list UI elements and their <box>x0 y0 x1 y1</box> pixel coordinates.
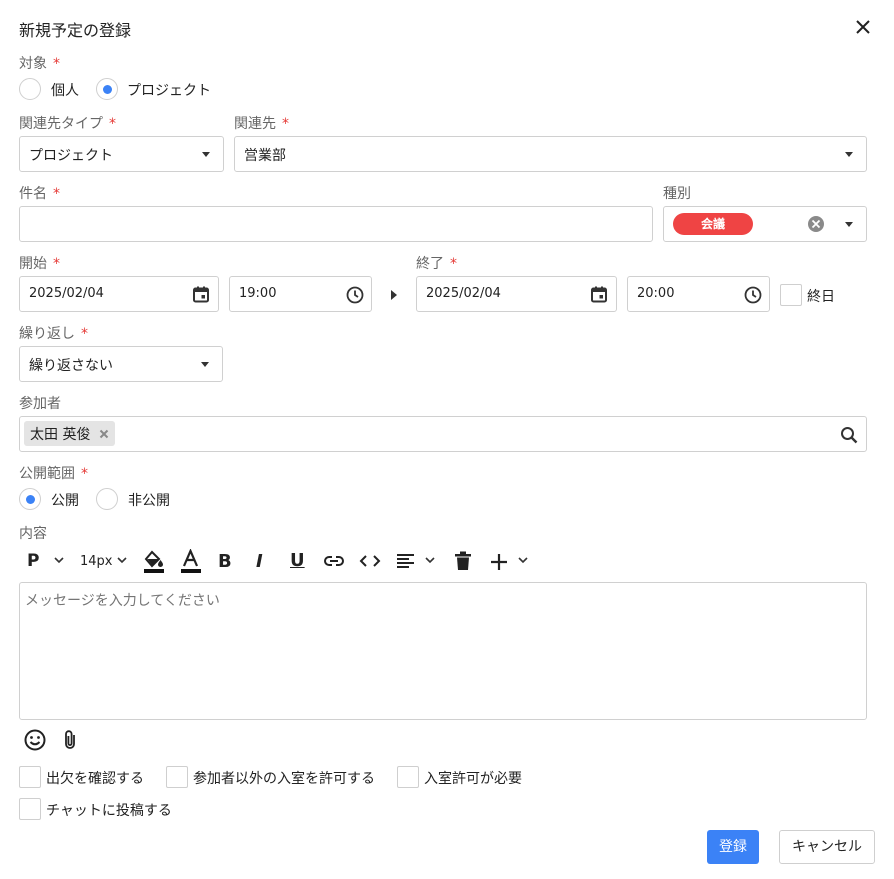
radio-individual-label: 個人 <box>51 83 79 99</box>
chevron-down-icon <box>201 362 209 367</box>
subject-input[interactable] <box>19 206 653 242</box>
visibility-label: 公開範囲 * <box>19 466 88 482</box>
chevron-down-icon[interactable] <box>117 557 127 564</box>
search-icon[interactable] <box>840 426 858 444</box>
related-type-select[interactable]: プロジェクト <box>19 136 224 172</box>
message-textarea[interactable] <box>19 582 867 720</box>
font-size-button[interactable]: 14px <box>80 554 113 569</box>
text-color-icon[interactable] <box>180 549 201 573</box>
post-to-chat-checkbox[interactable] <box>19 798 41 820</box>
end-time-input[interactable]: 20:00 <box>627 276 770 312</box>
all-day-checkbox[interactable] <box>780 284 802 306</box>
start-date-value: 2025/02/04 <box>29 286 104 301</box>
participants-label: 参加者 <box>19 396 61 412</box>
clock-icon[interactable] <box>346 286 364 304</box>
require-permission-label: 入室許可が必要 <box>424 771 522 787</box>
remove-icon[interactable] <box>99 429 109 439</box>
code-icon[interactable] <box>359 553 381 569</box>
radio-public[interactable] <box>19 488 41 510</box>
related-type-value: プロジェクト <box>29 148 113 164</box>
radio-private[interactable] <box>96 488 118 510</box>
clear-icon[interactable] <box>807 215 825 233</box>
post-to-chat-label: チャットに投稿する <box>46 803 172 819</box>
bold-button[interactable]: B <box>218 551 232 572</box>
content-label: 内容 <box>19 526 47 542</box>
paragraph-format-button[interactable]: P <box>27 551 39 571</box>
repeat-select[interactable]: 繰り返さない <box>19 346 223 382</box>
require-permission-checkbox[interactable] <box>397 766 419 788</box>
target-label: 対象 * <box>19 56 60 72</box>
participant-name: 太田 英俊 <box>30 427 91 443</box>
confirm-attendance-checkbox[interactable] <box>19 766 41 788</box>
chevron-down-icon[interactable] <box>54 557 64 564</box>
chevron-down-icon <box>845 152 853 157</box>
fill-color-icon[interactable] <box>143 549 164 573</box>
radio-project[interactable] <box>96 78 118 100</box>
participants-input[interactable] <box>19 416 867 452</box>
repeat-value: 繰り返さない <box>29 358 113 374</box>
underline-button[interactable]: U <box>290 550 305 571</box>
chevron-down-icon[interactable] <box>425 557 435 564</box>
calendar-icon[interactable] <box>591 286 607 303</box>
repeat-label: 繰り返し * <box>19 326 88 342</box>
participant-chip: 太田 英俊 <box>24 421 115 446</box>
cancel-button[interactable]: キャンセル <box>779 830 875 864</box>
italic-button[interactable]: I <box>256 551 263 572</box>
radio-individual[interactable] <box>19 78 41 100</box>
category-tag: 会議 <box>673 213 753 235</box>
start-date-input[interactable]: 2025/02/04 <box>19 276 219 312</box>
chevron-down-icon <box>202 152 210 157</box>
plus-icon[interactable] <box>490 553 508 571</box>
arrow-right-icon <box>391 290 397 300</box>
chevron-down-icon[interactable] <box>518 557 528 564</box>
dialog-title: 新規予定の登録 <box>19 21 132 40</box>
allow-non-participants-checkbox[interactable] <box>166 766 188 788</box>
attachment-icon[interactable] <box>62 729 78 751</box>
subject-label: 件名 * <box>19 186 60 202</box>
trash-icon[interactable] <box>455 551 471 571</box>
end-date-input[interactable]: 2025/02/04 <box>416 276 617 312</box>
category-label: 種別 <box>663 186 691 202</box>
end-label: 終了 * <box>416 256 457 272</box>
related-value: 営業部 <box>244 148 286 164</box>
radio-public-label: 公開 <box>51 493 79 509</box>
close-icon[interactable] <box>852 16 874 38</box>
submit-button[interactable]: 登録 <box>707 830 759 864</box>
link-icon[interactable] <box>323 553 345 569</box>
allow-non-participants-label: 参加者以外の入室を許可する <box>193 771 375 787</box>
related-label: 関連先 * <box>234 116 289 132</box>
start-time-input[interactable]: 19:00 <box>229 276 372 312</box>
end-time-value: 20:00 <box>637 286 675 301</box>
start-time-value: 19:00 <box>239 286 277 301</box>
align-left-icon[interactable] <box>396 553 416 569</box>
related-type-label: 関連先タイプ * <box>19 116 116 132</box>
chevron-down-icon <box>845 222 853 227</box>
radio-project-label: プロジェクト <box>127 83 211 99</box>
clock-icon[interactable] <box>744 286 762 304</box>
start-label: 開始 * <box>19 256 60 272</box>
end-date-value: 2025/02/04 <box>426 286 501 301</box>
all-day-label: 終日 <box>807 289 835 305</box>
calendar-icon[interactable] <box>193 286 209 303</box>
radio-private-label: 非公開 <box>128 493 170 509</box>
emoji-icon[interactable] <box>24 729 46 751</box>
confirm-attendance-label: 出欠を確認する <box>46 771 144 787</box>
related-select[interactable]: 営業部 <box>234 136 867 172</box>
